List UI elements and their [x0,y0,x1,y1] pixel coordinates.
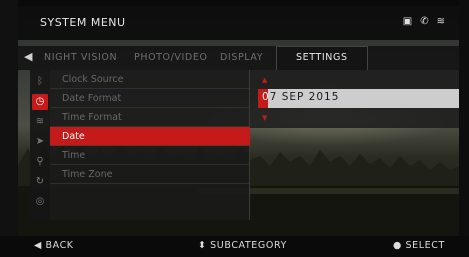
list-item-clock-source[interactable]: Clock Source [50,70,250,89]
gps-icon: ✆ [420,16,429,27]
bluetooth-icon[interactable]: ᛒ [32,74,48,90]
select-hint[interactable]: ● SELECT [393,240,445,251]
date-value: 07 SEP 2015 [262,91,339,103]
list-item-date-format[interactable]: Date Format [50,89,250,108]
wifi-icon[interactable]: ≋ [32,114,48,130]
list-item-time-format[interactable]: Time Format [50,108,250,127]
target-icon[interactable]: ◎ [32,194,48,210]
list-item-date[interactable]: Date [50,127,250,146]
category-icon-column: ᛒ ◷ ≋ ➤ ⚲ ↻ ◎ [30,70,50,220]
subcategory-hint[interactable]: ⬍ SUBCATEGORY [198,240,287,251]
back-hint[interactable]: ◀ BACK [34,240,74,251]
device-frame: SYSTEM MENU ▣ ✆ ≋ ◀ NIGHT VISION PHOTO/V… [0,0,469,257]
location-icon[interactable]: ➤ [32,134,48,150]
refresh-icon[interactable]: ↻ [32,174,48,190]
menu-title: SYSTEM MENU [40,16,126,29]
tab-night-vision[interactable]: NIGHT VISION [44,52,117,63]
search-icon[interactable]: ⚲ [32,154,48,170]
clock-icon[interactable]: ◷ [32,94,48,110]
sd-card-icon: ▣ [402,16,413,27]
wifi-icon: ≋ [436,16,445,27]
decrement-arrow-icon[interactable]: ▼ [262,114,267,122]
right-bezel [459,0,469,257]
settings-list: Clock Source Date Format Time Format Dat… [50,70,250,220]
date-rest: 7 SEP 2015 [269,91,340,103]
left-bezel [0,0,18,257]
viewfinder-screen: SYSTEM MENU ▣ ✆ ≋ ◀ NIGHT VISION PHOTO/V… [18,6,459,236]
menu-header: SYSTEM MENU ▣ ✆ ≋ [18,6,459,40]
increment-arrow-icon[interactable]: ▲ [262,76,267,84]
tab-photo-video[interactable]: PHOTO/VIDEO [134,52,208,63]
back-arrow-icon[interactable]: ◀ [24,50,32,63]
status-icons: ▣ ✆ ≋ [403,16,445,27]
date-cursor-digit: 0 [262,91,270,103]
tab-display[interactable]: DISPLAY [220,52,263,63]
tab-settings[interactable]: SETTINGS [296,52,348,63]
list-item-time[interactable]: Time [50,146,250,165]
footer-hints: ◀ BACK ⬍ SUBCATEGORY ● SELECT [0,236,469,257]
list-item-time-zone[interactable]: Time Zone [50,165,250,184]
